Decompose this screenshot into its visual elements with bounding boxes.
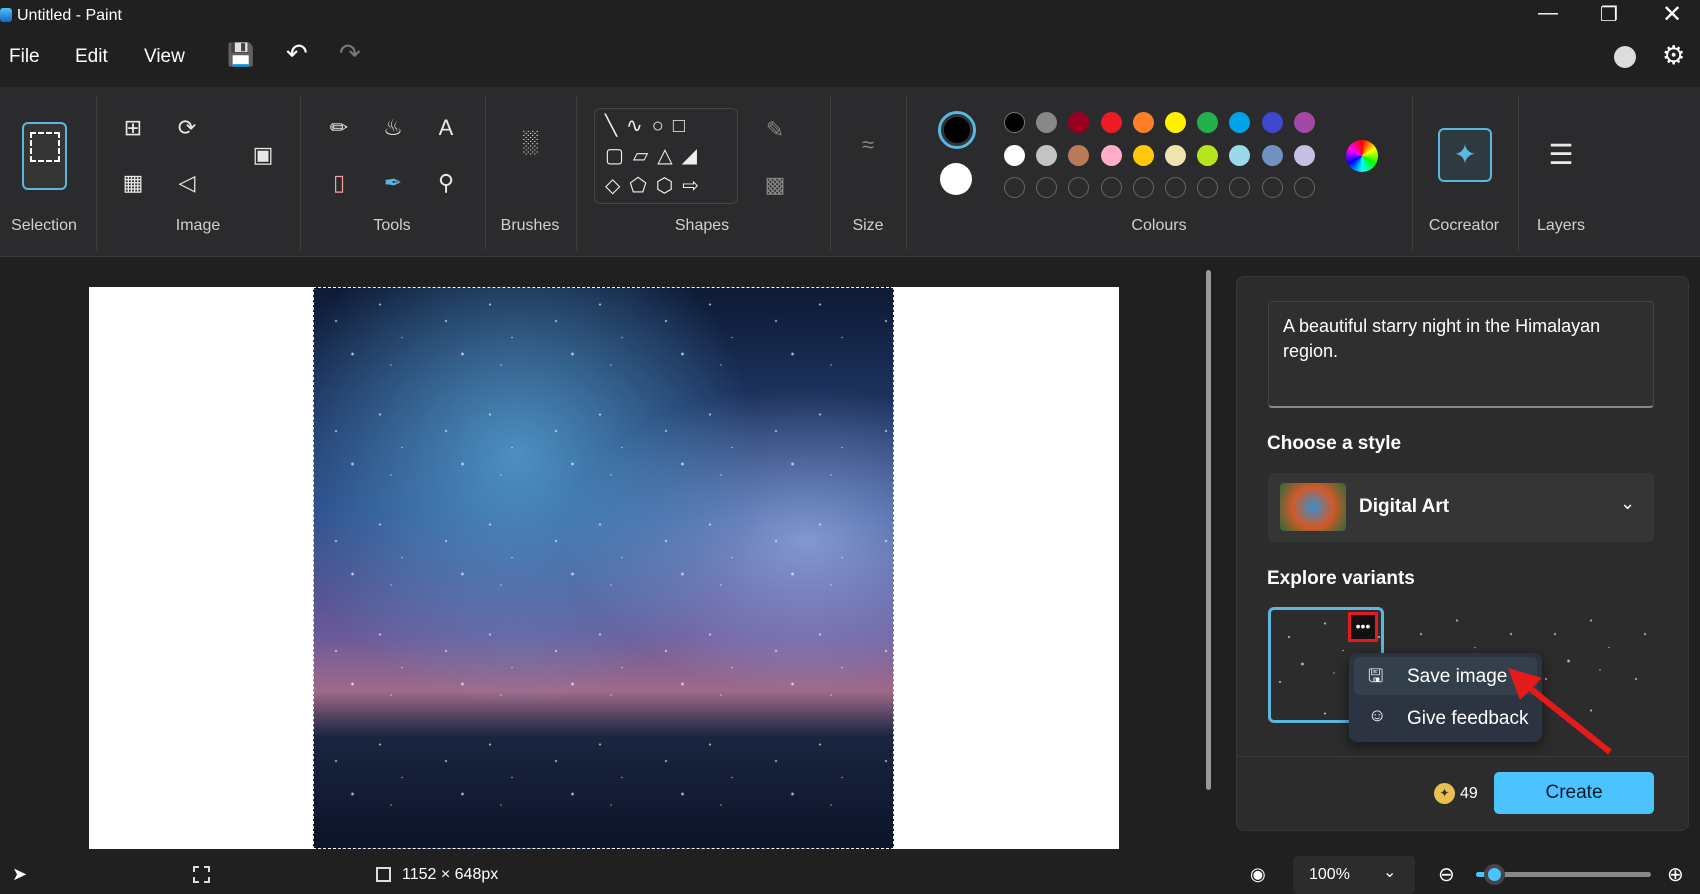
prompt-input[interactable]: A beautiful starry night in the Himalaya…: [1268, 301, 1654, 408]
eraser-icon[interactable]: ▯: [324, 168, 354, 198]
group-label-shapes: Shapes: [674, 217, 730, 234]
pencil-icon[interactable]: ✏: [324, 113, 354, 143]
save-icon: 🖫: [1368, 666, 1384, 686]
save-image-label: Save image: [1407, 666, 1508, 687]
group-label-colours: Colours: [1131, 217, 1187, 234]
paint-app-icon: [0, 8, 12, 22]
color-picker-icon[interactable]: ✒: [378, 168, 408, 198]
style-value: Digital Art: [1359, 496, 1450, 517]
title-bar: Untitled - Paint — ❐ ✕: [0, 0, 1700, 32]
maximize-button[interactable]: ❐: [1600, 2, 1618, 27]
canvas-size-icon: [376, 867, 391, 882]
colour-swatch[interactable]: [1261, 112, 1283, 133]
zoom-slider-thumb[interactable]: [1483, 864, 1505, 885]
chevron-down-icon: ⌄: [1383, 864, 1397, 881]
zoom-in-icon[interactable]: ⊕: [1667, 862, 1684, 887]
colour-swatch[interactable]: [1132, 144, 1154, 166]
credits-count: 49: [1460, 785, 1478, 802]
style-heading: Choose a style: [1267, 433, 1402, 454]
empty-colour-slot[interactable]: [1100, 177, 1122, 198]
image-generator-icon[interactable]: ▣: [248, 140, 278, 170]
colour-swatch[interactable]: [1293, 112, 1315, 133]
selection-button[interactable]: [22, 122, 67, 190]
shapes-gallery[interactable]: ╲∿○□ ▢▱△◢ ◇⬠⬡⇨: [594, 108, 738, 204]
primary-colour[interactable]: [938, 111, 976, 149]
group-label-size: Size: [852, 217, 884, 234]
outline-icon[interactable]: ✎: [760, 115, 790, 145]
group-label-image: Image: [175, 217, 221, 234]
style-thumbnail: [1280, 483, 1346, 531]
brush-icon[interactable]: ░: [515, 127, 545, 157]
zoom-value: 100%: [1309, 866, 1350, 883]
group-label-brushes: Brushes: [500, 217, 560, 234]
zoom-dropdown[interactable]: 100% ⌄: [1293, 856, 1415, 894]
empty-colour-slot[interactable]: [1132, 177, 1154, 198]
annotation-arrow: [1508, 668, 1612, 755]
empty-colour-slot[interactable]: [1165, 177, 1186, 198]
colour-swatch[interactable]: [1293, 144, 1315, 166]
group-label-tools: Tools: [373, 217, 411, 234]
empty-colour-slot[interactable]: [1293, 177, 1315, 198]
more-options-button[interactable]: •••: [1348, 612, 1378, 642]
fit-to-window-icon[interactable]: ◉: [1250, 864, 1266, 885]
group-label-cocreator: Cocreator: [1428, 217, 1500, 234]
style-dropdown[interactable]: Digital Art ⌄: [1268, 473, 1654, 542]
colour-swatch[interactable]: [1165, 112, 1186, 133]
redo-icon[interactable]: ↷: [339, 38, 361, 69]
remove-background-icon[interactable]: ▦: [118, 168, 148, 198]
colour-swatch[interactable]: [1165, 144, 1186, 166]
magnifier-icon[interactable]: ⚲: [431, 168, 461, 198]
empty-colour-slot[interactable]: [1004, 177, 1025, 198]
colour-swatch[interactable]: [1100, 112, 1122, 133]
generated-image[interactable]: [313, 287, 894, 849]
prompt-text: A beautiful starry night in the Himalaya…: [1283, 316, 1601, 361]
secondary-colour[interactable]: [940, 163, 972, 195]
minimize-button[interactable]: —: [1538, 2, 1558, 25]
flip-icon[interactable]: ◁: [172, 168, 202, 198]
variants-heading: Explore variants: [1267, 568, 1415, 589]
undo-icon[interactable]: ↶: [286, 38, 308, 69]
pointer-icon: ➤: [12, 864, 28, 884]
group-label-layers: Layers: [1536, 217, 1586, 234]
menu-view[interactable]: View: [144, 46, 185, 68]
fill-icon[interactable]: ♨: [378, 113, 408, 143]
window-title: Untitled - Paint: [17, 7, 122, 24]
colour-swatch[interactable]: [1068, 144, 1090, 166]
menu-file[interactable]: File: [9, 46, 40, 68]
colour-swatch[interactable]: [1132, 112, 1154, 133]
rotate-icon[interactable]: ⟳: [172, 113, 202, 143]
menu-edit[interactable]: Edit: [75, 46, 108, 68]
layers-icon[interactable]: ☰: [1546, 140, 1576, 170]
canvas-size: 1152 × 648px: [402, 866, 499, 883]
colour-swatch[interactable]: [1004, 144, 1025, 166]
crop-icon[interactable]: ⊞: [118, 113, 148, 143]
colour-swatch[interactable]: [1229, 144, 1251, 166]
close-button[interactable]: ✕: [1662, 0, 1682, 29]
empty-colour-slot[interactable]: [1261, 177, 1283, 198]
credits-coin-icon: ✦: [1434, 783, 1455, 804]
feedback-icon: ☺: [1368, 705, 1387, 725]
account-icon[interactable]: [1614, 46, 1636, 68]
panel-footer-divider: [1237, 756, 1688, 757]
cocreator-button[interactable]: ✦: [1438, 128, 1492, 182]
colour-swatch[interactable]: [1100, 144, 1122, 166]
colour-swatch[interactable]: [1261, 144, 1283, 166]
chevron-down-icon: ⌄: [1620, 493, 1636, 513]
text-icon[interactable]: A: [431, 113, 461, 143]
create-button[interactable]: Create: [1494, 772, 1654, 814]
vertical-scrollbar[interactable]: [1206, 270, 1211, 790]
colour-swatch[interactable]: [1197, 144, 1219, 166]
selection-size-icon: [193, 866, 210, 883]
save-icon[interactable]: 💾: [227, 42, 254, 68]
group-label-selection: Selection: [11, 217, 77, 234]
colour-swatch[interactable]: [1004, 112, 1025, 133]
zoom-slider[interactable]: [1476, 864, 1651, 885]
zoom-out-icon[interactable]: ⊖: [1438, 862, 1455, 887]
colour-swatch[interactable]: [1036, 144, 1058, 166]
shape-fill-icon[interactable]: ▩: [760, 170, 790, 200]
size-icon[interactable]: ≈: [853, 130, 883, 160]
settings-icon[interactable]: ⚙: [1662, 40, 1685, 71]
edit-colours-icon[interactable]: [1346, 140, 1378, 172]
